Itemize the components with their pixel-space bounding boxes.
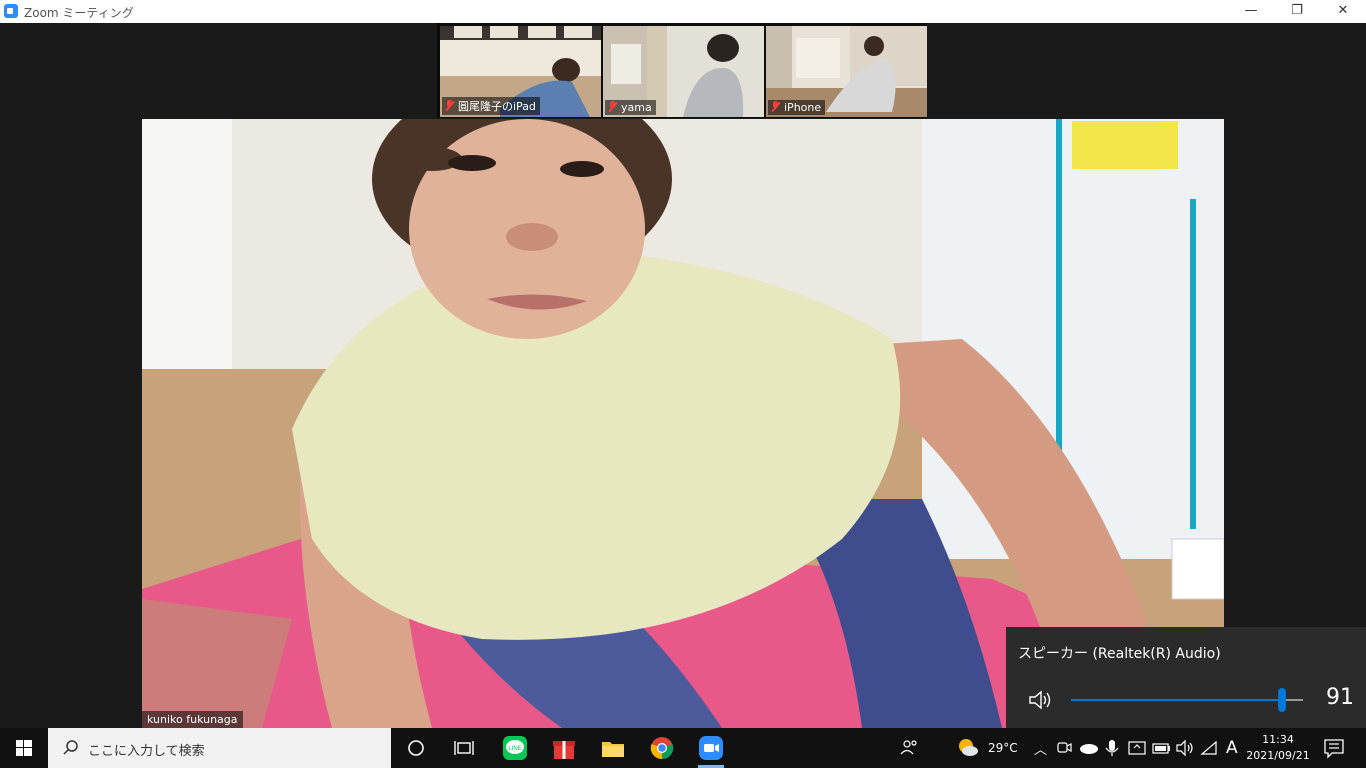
participant-name-tag: 圓尾隆子のiPad	[442, 97, 540, 115]
volume-slider[interactable]	[1071, 688, 1303, 712]
chrome-icon[interactable]	[648, 734, 676, 762]
clock-time: 11:34	[1262, 733, 1294, 746]
ime-mode-indicator[interactable]: A	[1226, 738, 1238, 758]
microphone-icon[interactable]	[1103, 734, 1121, 762]
weather-temperature[interactable]: 29°C	[988, 741, 1018, 755]
taskbar: ここに入力して検索 LINE 29°C ︿ A 11:34 2021/09/21	[0, 728, 1366, 768]
microphone-muted-icon	[445, 100, 454, 111]
volume-tray-icon[interactable]	[1174, 734, 1196, 762]
file-explorer-icon[interactable]	[599, 734, 627, 762]
participant-thumbnail[interactable]: yama	[603, 26, 764, 117]
cortana-icon[interactable]	[402, 734, 430, 762]
windows-start-icon[interactable]	[0, 728, 48, 768]
participant-thumbnail-strip: 圓尾隆子のiPad yama iPhone	[437, 23, 927, 118]
participant-thumbnail[interactable]: iPhone	[766, 26, 927, 117]
svg-text:LINE: LINE	[508, 746, 521, 752]
active-speaker-name-tag: kuniko fukunaga	[142, 711, 243, 728]
taskbar-clock[interactable]: 11:34 2021/09/21	[1244, 732, 1312, 764]
taskbar-search-box[interactable]: ここに入力して検索	[48, 728, 391, 768]
participant-name-tag: yama	[605, 100, 656, 115]
microphone-muted-icon	[771, 101, 780, 112]
microphone-muted-icon	[608, 101, 617, 112]
window-titlebar: Zoom ミーティング — ❐ ✕	[0, 0, 1366, 23]
meeting-stage: 圓尾隆子のiPad yama iPhone kuniko fukunaga	[0, 23, 1366, 728]
weather-partly-sunny-icon[interactable]	[954, 734, 982, 762]
gift-icon[interactable]	[550, 734, 578, 762]
zoom-icon[interactable]	[697, 734, 725, 762]
search-icon	[63, 740, 78, 755]
volume-flyout: スピーカー (Realtek(R) Audio) 91	[1006, 627, 1366, 728]
close-button[interactable]: ✕	[1320, 0, 1366, 23]
maximize-button[interactable]: ❐	[1274, 0, 1320, 23]
volume-slider-thumb[interactable]	[1278, 688, 1287, 712]
clock-date: 2021/09/21	[1246, 749, 1310, 762]
action-center-icon[interactable]	[1320, 734, 1348, 762]
show-hidden-icons-chevron-icon[interactable]: ︿	[1034, 739, 1047, 758]
zoom-app-icon	[4, 4, 18, 18]
line-icon[interactable]: LINE	[501, 734, 529, 762]
onedrive-cloud-icon[interactable]	[1078, 734, 1100, 762]
window-title: Zoom ミーティング	[24, 6, 134, 20]
people-icon[interactable]	[896, 734, 924, 762]
search-placeholder: ここに入力して検索	[88, 744, 205, 759]
minimize-button[interactable]: —	[1228, 0, 1274, 23]
volume-value: 91	[1326, 685, 1354, 710]
audio-device-name: スピーカー (Realtek(R) Audio)	[1018, 646, 1221, 662]
participant-name-tag: iPhone	[768, 100, 826, 115]
battery-charging-icon[interactable]	[1150, 734, 1172, 762]
wifi-icon[interactable]	[1198, 734, 1220, 762]
participant-thumbnail[interactable]: 圓尾隆子のiPad	[440, 26, 601, 117]
device-status-icon[interactable]	[1126, 734, 1148, 762]
task-view-icon[interactable]	[450, 734, 478, 762]
volume-slider-fill	[1071, 699, 1283, 701]
speaker-icon[interactable]	[1028, 689, 1054, 711]
meet-now-icon[interactable]	[1054, 734, 1074, 762]
